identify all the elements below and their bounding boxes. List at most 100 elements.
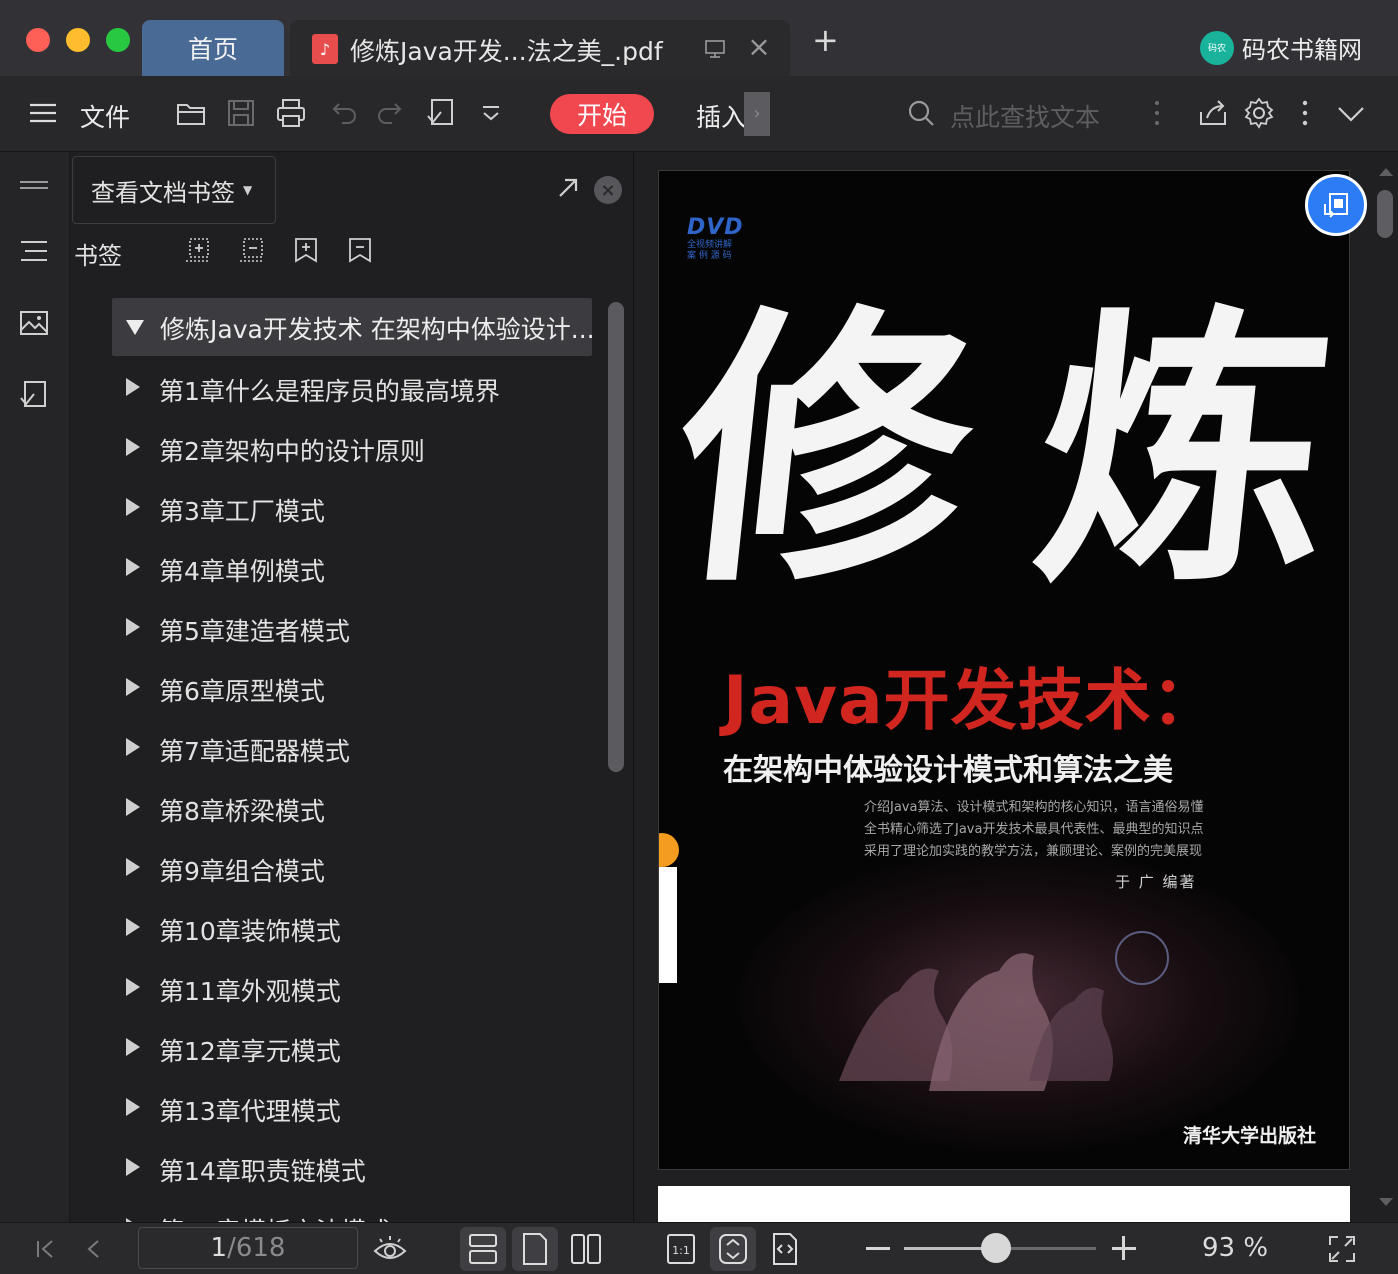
add-tab-icon[interactable]: + <box>812 24 839 56</box>
bookmark-item[interactable]: 第9章组合模式 <box>126 838 606 898</box>
undock-icon[interactable] <box>556 176 580 200</box>
bookmark-item[interactable]: 第3章工厂模式 <box>126 478 606 538</box>
two-page-button[interactable] <box>564 1227 610 1271</box>
tab-document[interactable]: ♪ 修炼Java开发...法之美_.pdf × <box>290 20 790 76</box>
print-icon[interactable] <box>274 96 308 130</box>
expand-arrow-icon[interactable] <box>126 798 140 816</box>
open-folder-icon[interactable] <box>174 96 208 130</box>
floating-convert-button[interactable] <box>1305 174 1367 236</box>
annotation-icon[interactable] <box>17 378 51 412</box>
scroll-down-arrow-icon[interactable] <box>1379 1198 1393 1206</box>
zoom-slider-thumb[interactable] <box>981 1233 1012 1263</box>
expand-arrow-icon[interactable] <box>126 378 140 396</box>
cover-publisher: 清华大学出版社 <box>1183 1125 1317 1147</box>
settings-icon[interactable] <box>1242 96 1276 130</box>
expand-arrow-icon[interactable] <box>126 918 140 936</box>
expand-arrow-icon[interactable] <box>126 618 140 636</box>
search-input[interactable]: 点此查找文本 <box>950 98 1100 134</box>
redo-icon[interactable] <box>374 96 408 130</box>
document-scrollbar[interactable] <box>1373 152 1398 1222</box>
search-icon[interactable] <box>904 96 938 130</box>
bookmark-item-label: 第13章代理模式 <box>159 1097 341 1126</box>
document-scroll-thumb[interactable] <box>1377 190 1393 238</box>
bookmark-item[interactable]: 第4章单例模式 <box>126 538 606 598</box>
maximize-window-button[interactable] <box>106 28 130 52</box>
fit-width-button[interactable] <box>762 1227 808 1271</box>
bookmark-item-label: 第10章装饰模式 <box>159 917 341 946</box>
file-menu[interactable]: 文件 <box>80 98 130 134</box>
continuous-scroll-button[interactable] <box>460 1227 506 1271</box>
collapse-icon[interactable] <box>1334 96 1368 130</box>
collapse-all-icon[interactable] <box>238 236 266 264</box>
rail-toggle-icon[interactable] <box>17 168 51 202</box>
share-icon[interactable] <box>1196 96 1230 130</box>
continuous-scroll-icon <box>469 1234 497 1264</box>
bookmark-item[interactable]: 第11章外观模式 <box>126 958 606 1018</box>
minimize-window-button[interactable] <box>66 28 90 52</box>
expand-arrow-icon[interactable] <box>126 1158 140 1176</box>
insert-tab-button[interactable]: 插入 <box>696 98 746 134</box>
zoom-in-button-vertical[interactable] <box>1122 1236 1125 1260</box>
expand-arrow-icon[interactable] <box>126 858 140 876</box>
previous-page-icon[interactable] <box>78 1233 110 1265</box>
export-icon[interactable] <box>424 96 458 130</box>
cover-blurb-line: 介绍Java算法、设计模式和架构的核心知识，语言通俗易懂 <box>864 800 1204 815</box>
expand-arrow-icon[interactable] <box>126 738 140 756</box>
expand-arrow-icon[interactable] <box>126 558 140 576</box>
single-page-button[interactable] <box>512 1227 558 1271</box>
expand-arrow-icon[interactable] <box>126 438 140 456</box>
expand-arrow-icon[interactable] <box>126 978 140 996</box>
two-page-icon <box>571 1234 601 1264</box>
page-number-input[interactable]: 1 / 618 <box>138 1227 358 1269</box>
remove-bookmark-icon[interactable] <box>346 236 374 264</box>
outline-icon[interactable] <box>17 234 51 268</box>
close-tab-icon[interactable]: × <box>746 33 772 61</box>
actual-size-button[interactable]: 1:1 <box>658 1227 704 1271</box>
close-window-button[interactable] <box>26 28 50 52</box>
eye-icon[interactable] <box>372 1233 408 1265</box>
zoom-level[interactable]: 93 % <box>1202 1233 1268 1263</box>
zoom-out-button[interactable] <box>866 1247 890 1250</box>
start-tab-button[interactable]: 开始 <box>550 94 654 134</box>
bookmark-scrollbar[interactable] <box>608 302 624 772</box>
chevron-down-icon: ▼ <box>243 183 253 197</box>
expand-arrow-icon[interactable] <box>126 498 140 516</box>
tab-home[interactable]: 首页 <box>142 20 284 76</box>
scroll-up-arrow-icon[interactable] <box>1379 168 1393 176</box>
more-icon[interactable] <box>1288 96 1322 130</box>
bookmark-item[interactable]: 第14章职责链模式 <box>126 1138 606 1198</box>
more-vertical-icon[interactable] <box>1140 96 1174 130</box>
expand-arrow-icon[interactable] <box>126 1098 140 1116</box>
bookmark-item[interactable]: 第8章桥梁模式 <box>126 778 606 838</box>
expand-arrow-icon[interactable] <box>126 320 144 335</box>
bookmark-item[interactable]: 第2章架构中的设计原则 <box>126 418 606 478</box>
first-page-icon[interactable] <box>30 1233 62 1265</box>
fullscreen-icon[interactable] <box>1326 1233 1358 1265</box>
bookmark-root[interactable]: 修炼Java开发技术 在架构中体验设计... <box>112 298 595 356</box>
dropdown-icon[interactable] <box>474 96 508 130</box>
menu-icon[interactable] <box>26 96 60 130</box>
save-icon[interactable] <box>224 96 258 130</box>
expand-arrow-icon[interactable] <box>126 678 140 696</box>
thumbnail-icon[interactable] <box>17 306 51 340</box>
fit-page-button[interactable] <box>710 1227 756 1271</box>
bookmark-item[interactable]: 第7章适配器模式 <box>126 718 606 778</box>
bookmark-item[interactable]: 第6章原型模式 <box>126 658 606 718</box>
bookmark-item-label: 第14章职责链模式 <box>159 1157 366 1186</box>
tab-scroll-right[interactable]: › <box>744 92 770 136</box>
close-panel-icon[interactable]: × <box>594 176 622 204</box>
monitor-icon[interactable] <box>704 38 726 60</box>
expand-all-icon[interactable] <box>184 236 212 264</box>
expand-arrow-icon[interactable] <box>126 1038 140 1056</box>
bookmark-item[interactable]: 第15章模板方法模式 <box>126 1198 606 1222</box>
publisher-seal <box>1115 931 1169 985</box>
bookmark-item[interactable]: 第5章建造者模式 <box>126 598 606 658</box>
bookmark-item[interactable]: 第1章什么是程序员的最高境界 <box>126 358 606 418</box>
view-bookmarks-select[interactable]: 查看文档书签 ▼ <box>72 156 276 224</box>
add-bookmark-icon[interactable] <box>292 236 320 264</box>
bookmark-item-label: 第5章建造者模式 <box>159 617 350 646</box>
bookmark-item[interactable]: 第13章代理模式 <box>126 1078 606 1138</box>
undo-icon[interactable] <box>326 96 360 130</box>
bookmark-item[interactable]: 第10章装饰模式 <box>126 898 606 958</box>
bookmark-item[interactable]: 第12章享元模式 <box>126 1018 606 1078</box>
